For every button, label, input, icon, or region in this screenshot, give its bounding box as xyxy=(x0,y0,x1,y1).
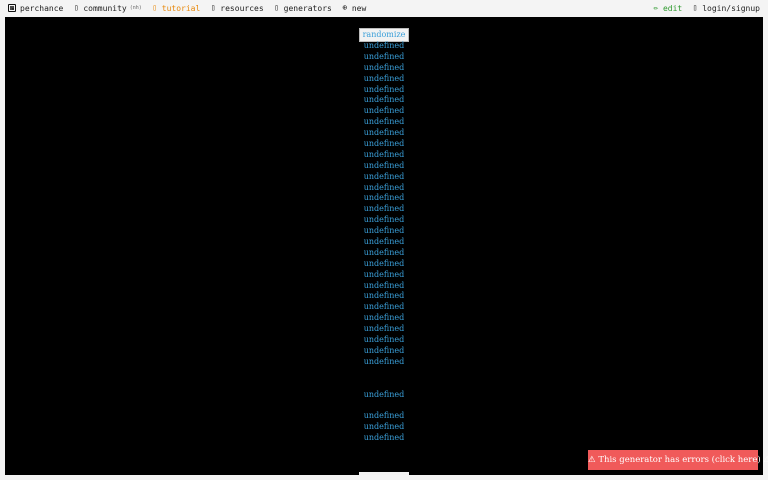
user-icon: ▯ xyxy=(692,3,698,12)
output-line: undefined xyxy=(363,106,405,116)
nav-edit-label: edit xyxy=(662,3,683,13)
output-line: undefined xyxy=(363,324,405,334)
nav-perchance-label: perchance xyxy=(20,3,64,13)
nav-generators[interactable]: ▯ generators xyxy=(272,4,332,13)
box-icon: ▯ xyxy=(210,3,216,12)
nav-left: perchance ▯ community (nh) ▯ tutorial ▯ … xyxy=(8,0,374,16)
output-line: undefined xyxy=(363,313,405,323)
output-line: undefined xyxy=(363,193,405,203)
list-icon: ▯ xyxy=(274,3,280,12)
output-blank-line xyxy=(334,379,434,390)
output-blank-line xyxy=(334,400,434,411)
top-nav-bar: perchance ▯ community (nh) ▯ tutorial ▯ … xyxy=(0,0,768,16)
plus-circle-icon: ⊕ xyxy=(342,3,348,12)
output-line: undefined xyxy=(363,182,405,192)
output-line: undefined xyxy=(363,128,405,138)
nav-resources-label: resources xyxy=(220,3,264,13)
nav-generators-label: generators xyxy=(283,3,332,13)
output-line: undefined xyxy=(363,149,405,159)
bottom-edge-button[interactable] xyxy=(359,472,409,475)
output-line: undefined xyxy=(363,302,405,312)
output-line: undefined xyxy=(363,291,405,301)
output-line: undefined xyxy=(363,84,405,94)
output-list: undefined undefined undefined undefined unde… xyxy=(334,41,434,444)
output-line: undefined xyxy=(363,345,405,355)
output-line: undefined xyxy=(363,247,405,257)
output-line: undefined xyxy=(363,258,405,268)
output-line: undefined xyxy=(363,422,405,432)
nav-login[interactable]: ▯ login/signup xyxy=(690,4,760,13)
output-line: undefined xyxy=(363,433,405,443)
nav-community-label: community xyxy=(83,3,127,13)
die-icon xyxy=(8,4,16,12)
output-line: undefined xyxy=(363,73,405,83)
output-line: undefined xyxy=(363,226,405,236)
nav-new-label: new xyxy=(351,3,367,13)
output-line: undefined xyxy=(363,204,405,214)
output-blank-line xyxy=(334,368,434,379)
output-line: undefined xyxy=(363,117,405,127)
output-line: undefined xyxy=(363,139,405,149)
output-line: undefined xyxy=(363,237,405,247)
nav-tutorial[interactable]: ▯ tutorial xyxy=(150,3,201,13)
output-line: undefined xyxy=(363,389,405,399)
output-line: undefined xyxy=(363,51,405,61)
output-line: undefined xyxy=(363,95,405,105)
nav-tutorial-label: tutorial xyxy=(161,3,201,13)
nav-resources[interactable]: ▯ resources xyxy=(208,3,264,13)
nav-community-tag: (nh) xyxy=(129,5,142,11)
chat-icon: ▯ xyxy=(73,3,79,12)
nav-right: ✏ edit ▯ login/signup xyxy=(643,0,760,16)
output-line: undefined xyxy=(363,41,405,50)
nav-perchance[interactable]: perchance xyxy=(8,4,63,13)
output-line: undefined xyxy=(363,269,405,279)
output-line: undefined xyxy=(363,411,405,421)
nav-edit[interactable]: ✏ edit xyxy=(651,3,683,13)
output-line: undefined xyxy=(363,335,405,345)
output-line: undefined xyxy=(363,160,405,170)
output-line: undefined xyxy=(363,62,405,72)
output-line: undefined xyxy=(363,356,405,366)
nav-community[interactable]: ▯ community (nh) xyxy=(71,3,142,13)
book-icon: ▯ xyxy=(152,3,158,12)
error-banner-button[interactable]: ⚠ This generator has errors (click here)… xyxy=(588,450,768,470)
pencil-icon: ✏ xyxy=(653,3,659,12)
output-line: undefined xyxy=(363,171,405,181)
nav-login-label: login/signup xyxy=(702,3,760,13)
generator-output-area: randomize undefined undefined undefined und… xyxy=(5,17,763,475)
nav-new[interactable]: ⊕ new xyxy=(340,4,366,13)
output-line: undefined xyxy=(363,280,405,290)
output-line: undefined xyxy=(363,215,405,225)
randomize-button[interactable]: randomize xyxy=(359,28,409,42)
